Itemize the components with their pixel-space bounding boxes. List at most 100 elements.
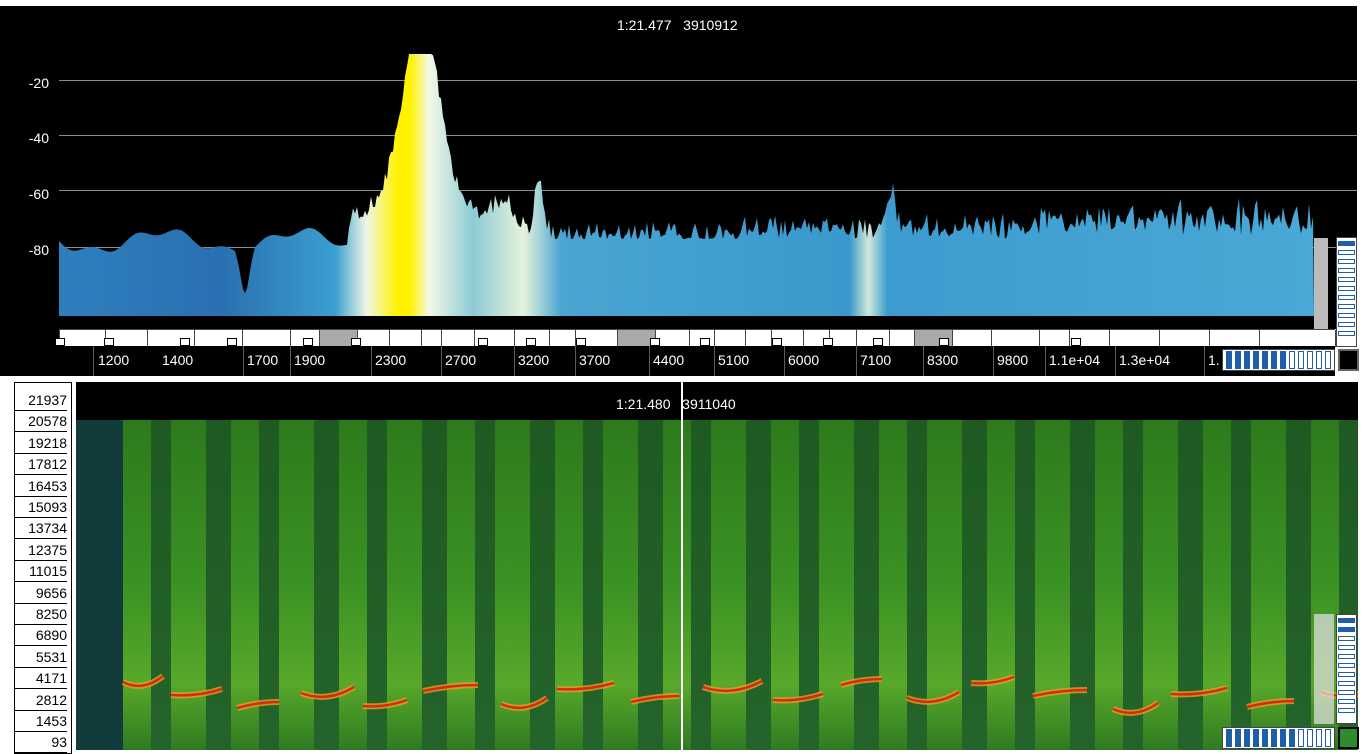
zoom-slot[interactable] xyxy=(1262,351,1268,369)
zoom-slot[interactable] xyxy=(1307,351,1313,369)
zoom-slot[interactable] xyxy=(1280,351,1286,369)
spectrum-horizontal-zoom-scrollbar[interactable] xyxy=(1222,349,1335,371)
spectrum-timestamp: 1:21.477 3910912 xyxy=(617,17,738,33)
zoom-slot[interactable] xyxy=(1338,636,1355,641)
zoom-slot[interactable] xyxy=(1289,351,1295,369)
spectrogram-hz-axis: 21937 20578 19218 17812 16453 15093 13734 12375… xyxy=(14,382,72,754)
spectrogram-vertical-zoom-scrollbar[interactable] xyxy=(1336,614,1357,724)
zoom-slot[interactable] xyxy=(1338,708,1355,713)
ruler-marker[interactable] xyxy=(526,338,536,346)
zoom-slot[interactable] xyxy=(1338,618,1355,623)
spectrogram-horizontal-zoom-scrollbar[interactable] xyxy=(1222,727,1335,749)
zoom-slot[interactable] xyxy=(1338,672,1355,677)
zoom-slot[interactable] xyxy=(1338,699,1355,704)
zoom-slot[interactable] xyxy=(1235,351,1241,369)
frequency-ruler[interactable] xyxy=(55,329,1336,347)
ruler-marker[interactable] xyxy=(700,338,710,346)
zoom-slot[interactable] xyxy=(1298,351,1304,369)
zoom-slot[interactable] xyxy=(1338,304,1355,309)
zoom-slot[interactable] xyxy=(1338,313,1355,318)
spectrum-time: 1:21.477 xyxy=(617,17,672,33)
hz-label: 13734 xyxy=(15,518,67,540)
spectrum-plot[interactable]: 1:21.477 3910912 xyxy=(59,6,1357,329)
ruler-tick xyxy=(389,330,390,347)
zoom-slot[interactable] xyxy=(1338,250,1355,255)
zoom-slot[interactable] xyxy=(1253,351,1259,369)
freq-label: 2700 xyxy=(445,352,477,368)
zoom-slot[interactable] xyxy=(1280,729,1286,747)
zoom-slot[interactable] xyxy=(1289,729,1295,747)
ruler-tick xyxy=(889,330,890,347)
axis-separator xyxy=(1115,346,1116,376)
zoom-slot[interactable] xyxy=(1338,654,1355,659)
ruler-marker[interactable] xyxy=(478,338,488,346)
zoom-slot[interactable] xyxy=(1338,268,1355,273)
zoom-slot[interactable] xyxy=(1338,663,1355,668)
zoom-slot[interactable] xyxy=(1338,681,1355,686)
zoom-slot[interactable] xyxy=(1338,241,1355,246)
zoom-slot[interactable] xyxy=(1338,690,1355,695)
zoom-slot[interactable] xyxy=(1338,627,1355,632)
spectrum-curve xyxy=(59,54,1328,329)
spectrogram-view[interactable]: 1:21.480 3911040 xyxy=(76,382,1358,750)
ruler-tick xyxy=(745,330,746,347)
spectrogram-band xyxy=(339,420,367,750)
ruler-marker[interactable] xyxy=(303,338,313,346)
zoom-slot[interactable] xyxy=(1316,729,1322,747)
spectrogram-band xyxy=(495,420,530,750)
ruler-marker[interactable] xyxy=(1071,338,1081,346)
zoom-slot[interactable] xyxy=(1298,729,1304,747)
ruler-marker[interactable] xyxy=(823,338,833,346)
ruler-marker[interactable] xyxy=(180,338,190,346)
zoom-slot[interactable] xyxy=(1338,322,1355,327)
zoom-slot[interactable] xyxy=(1226,351,1232,369)
ruler-tick xyxy=(514,330,515,347)
hz-label: 93 xyxy=(15,732,67,754)
zoom-slot[interactable] xyxy=(1338,259,1355,264)
zoom-slot[interactable] xyxy=(1325,729,1331,747)
zoom-slot[interactable] xyxy=(1338,331,1355,336)
ruler-tick xyxy=(617,330,618,347)
zoom-slot[interactable] xyxy=(1338,645,1355,650)
zoom-slot[interactable] xyxy=(1316,351,1322,369)
ruler-tick xyxy=(194,330,195,347)
playback-cursor[interactable] xyxy=(681,382,683,750)
zoom-slot[interactable] xyxy=(1244,729,1250,747)
ruler-marker[interactable] xyxy=(351,338,361,346)
ruler-tick xyxy=(474,330,475,347)
spectrum-vertical-zoom-scrollbar[interactable] xyxy=(1336,237,1357,347)
freq-label: 1700 xyxy=(247,352,279,368)
zoom-slot[interactable] xyxy=(1244,351,1250,369)
zoom-slot[interactable] xyxy=(1235,729,1241,747)
hz-label: 2812 xyxy=(15,690,67,711)
ruler-marker[interactable] xyxy=(650,338,660,346)
zoom-slot[interactable] xyxy=(1253,729,1259,747)
zoom-slot[interactable] xyxy=(1307,729,1313,747)
db-label: -40 xyxy=(28,130,49,146)
zoom-slot[interactable] xyxy=(1338,277,1355,282)
zoom-slot[interactable] xyxy=(1226,729,1232,747)
zoom-slot[interactable] xyxy=(1271,729,1277,747)
zoom-slot[interactable] xyxy=(1271,351,1277,369)
zoom-slot[interactable] xyxy=(1338,286,1355,291)
zoom-slot[interactable] xyxy=(1262,729,1268,747)
spectrogram-band xyxy=(987,420,1015,750)
spectrogram-color-indicator[interactable] xyxy=(1338,727,1359,749)
ruler-marker[interactable] xyxy=(576,338,586,346)
zoom-slot[interactable] xyxy=(1325,351,1331,369)
freq-label: 6000 xyxy=(788,352,820,368)
db-label: -20 xyxy=(28,75,49,91)
spectrum-corner-button[interactable] xyxy=(1338,349,1359,371)
ruler-marker[interactable] xyxy=(55,338,65,346)
axis-separator xyxy=(649,346,650,376)
ruler-marker[interactable] xyxy=(227,338,237,346)
ruler-marker[interactable] xyxy=(772,338,782,346)
ruler-marker[interactable] xyxy=(939,338,949,346)
hz-label: 17812 xyxy=(15,454,67,476)
zoom-slot[interactable] xyxy=(1338,295,1355,300)
ruler-marker[interactable] xyxy=(104,338,114,346)
axis-separator xyxy=(1045,346,1046,376)
ruler-marker[interactable] xyxy=(873,338,883,346)
spectrogram-band xyxy=(1143,420,1178,750)
freq-label: 3200 xyxy=(518,352,550,368)
